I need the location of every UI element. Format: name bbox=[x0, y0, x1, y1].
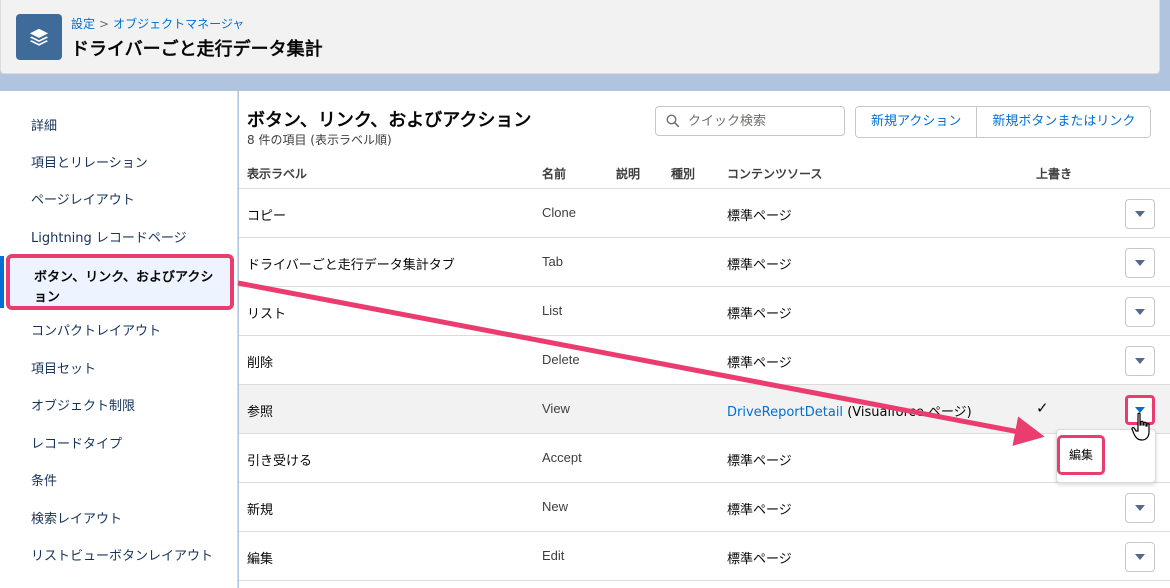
new-button-or-link-button[interactable]: 新規ボタンまたはリンク bbox=[976, 107, 1151, 137]
table-row: 参照 View DriveReportDetail (Visualforce ペ… bbox=[239, 385, 1170, 434]
row-source: 標準ページ bbox=[727, 454, 792, 469]
row-name: View bbox=[542, 401, 570, 416]
row-source: DriveReportDetail (Visualforce ページ) bbox=[727, 401, 972, 420]
section-title: ボタン、リンク、およびアクション bbox=[247, 110, 532, 131]
row-name: Delete bbox=[542, 352, 580, 367]
row-actions-button[interactable] bbox=[1125, 248, 1155, 278]
breadcrumb-separator: > bbox=[99, 17, 110, 31]
row-source: 標準ページ bbox=[727, 552, 792, 567]
sidebar: 詳細 項目とリレーション ページレイアウト Lightning レコードページ … bbox=[0, 91, 238, 588]
breadcrumb-setup[interactable]: 設定 bbox=[71, 17, 95, 31]
page-header: 設定 > オブジェクトマネージャ ドライバーごと走行データ集計 bbox=[0, 0, 1160, 74]
breadcrumb-object-manager[interactable]: オブジェクトマネージャ bbox=[113, 17, 244, 31]
table-row: 引き受ける Accept 標準ページ bbox=[239, 434, 1170, 483]
column-header-type[interactable]: 種別 bbox=[671, 165, 695, 182]
sidebar-item-page-layouts[interactable]: ページレイアウト bbox=[0, 192, 238, 210]
row-actions-button[interactable] bbox=[1125, 199, 1155, 229]
row-name: Edit bbox=[542, 548, 565, 563]
row-name: List bbox=[542, 303, 563, 318]
table-row: 新規 New 標準ページ bbox=[239, 483, 1170, 532]
column-header-label[interactable]: 表示ラベル bbox=[247, 165, 307, 182]
new-action-button[interactable]: 新規アクション bbox=[856, 107, 977, 137]
row-source: 標準ページ bbox=[727, 209, 792, 224]
table-header: 表示ラベル 名前 説明 種別 コンテンツソース 上書き bbox=[239, 159, 1170, 189]
row-actions-button[interactable] bbox=[1125, 493, 1155, 523]
sidebar-item-field-sets[interactable]: 項目セット bbox=[0, 361, 238, 379]
sidebar-item-details[interactable]: 詳細 bbox=[0, 118, 238, 136]
row-name: Clone bbox=[542, 205, 576, 220]
row-source-suffix: (Visualforce ページ) bbox=[843, 405, 972, 420]
hand-cursor-icon bbox=[1131, 412, 1150, 441]
layers-icon bbox=[16, 14, 62, 60]
item-count: 8 件の項目 (表示ラベル順) bbox=[247, 133, 392, 147]
action-button-group: 新規アクション 新規ボタンまたはリンク bbox=[855, 106, 1152, 138]
chevron-down-icon bbox=[1135, 554, 1145, 560]
table-row: リスト List 標準ページ bbox=[239, 287, 1170, 336]
row-label: 参照 bbox=[247, 405, 274, 420]
quick-search[interactable] bbox=[655, 106, 845, 136]
sidebar-item-fields[interactable]: 項目とリレーション bbox=[0, 155, 238, 173]
row-actions-button[interactable] bbox=[1125, 297, 1155, 327]
table-row: 編集 Edit 標準ページ bbox=[239, 532, 1170, 581]
table-row: ドライバーごと走行データ集計タブ Tab 標準ページ bbox=[239, 238, 1170, 287]
row-label: ドライバーごと走行データ集計タブ bbox=[247, 258, 455, 273]
sidebar-item-buttons-links-actions[interactable]: ボタン、リンク、およびアクション bbox=[6, 254, 234, 310]
column-header-description[interactable]: 説明 bbox=[616, 165, 640, 182]
menu-item-edit[interactable]: 編集 bbox=[1057, 435, 1105, 475]
column-header-overridden[interactable]: 上書き bbox=[1036, 165, 1072, 182]
sidebar-item-lightning-pages[interactable]: Lightning レコードページ bbox=[0, 230, 238, 248]
table-row: コピー Clone 標準ページ bbox=[239, 189, 1170, 238]
chevron-down-icon bbox=[1135, 358, 1145, 364]
chevron-down-icon bbox=[1135, 260, 1145, 266]
sidebar-active-indicator bbox=[0, 256, 4, 308]
row-source: 標準ページ bbox=[727, 503, 792, 518]
row-name: New bbox=[542, 499, 569, 514]
main-panel: ボタン、リンク、およびアクション 8 件の項目 (表示ラベル順) 新規アクション… bbox=[239, 91, 1170, 588]
row-actions-button[interactable] bbox=[1125, 542, 1155, 572]
column-header-name[interactable]: 名前 bbox=[542, 165, 566, 182]
sidebar-item-compact-layouts[interactable]: コンパクトレイアウト bbox=[0, 323, 238, 341]
chevron-down-icon bbox=[1135, 505, 1145, 511]
search-icon bbox=[666, 114, 680, 128]
breadcrumb: 設定 > オブジェクトマネージャ bbox=[71, 15, 244, 32]
row-source: 標準ページ bbox=[727, 356, 792, 371]
row-source: 標準ページ bbox=[727, 258, 792, 273]
visualforce-page-link[interactable]: DriveReportDetail bbox=[727, 405, 843, 420]
sidebar-item-object-limits[interactable]: オブジェクト制限 bbox=[0, 398, 238, 416]
row-label: リスト bbox=[247, 307, 287, 322]
sidebar-item-list-view-button-layout[interactable]: リストビューボタンレイアウト bbox=[0, 548, 238, 566]
sidebar-item-search-layouts[interactable]: 検索レイアウト bbox=[0, 511, 238, 529]
table-row: 削除 Delete 標準ページ bbox=[239, 336, 1170, 385]
page-title: ドライバーごと走行データ集計 bbox=[71, 39, 323, 60]
sidebar-item-conditions[interactable]: 条件 bbox=[0, 473, 238, 491]
column-header-content-source[interactable]: コンテンツソース bbox=[727, 165, 822, 182]
row-actions-button[interactable] bbox=[1125, 346, 1155, 376]
search-input[interactable] bbox=[688, 113, 838, 129]
row-source: 標準ページ bbox=[727, 307, 792, 322]
row-label: 新規 bbox=[247, 503, 274, 518]
row-label: コピー bbox=[247, 209, 287, 224]
row-label: 削除 bbox=[247, 356, 274, 371]
row-name: Tab bbox=[542, 254, 563, 269]
chevron-down-icon bbox=[1135, 309, 1145, 315]
row-label: 引き受ける bbox=[247, 454, 313, 469]
row-name: Accept bbox=[542, 450, 582, 465]
check-icon: ✓ bbox=[1036, 399, 1049, 417]
sidebar-item-record-types[interactable]: レコードタイプ bbox=[0, 436, 238, 454]
chevron-down-icon bbox=[1135, 211, 1145, 217]
row-label: 編集 bbox=[247, 552, 274, 567]
